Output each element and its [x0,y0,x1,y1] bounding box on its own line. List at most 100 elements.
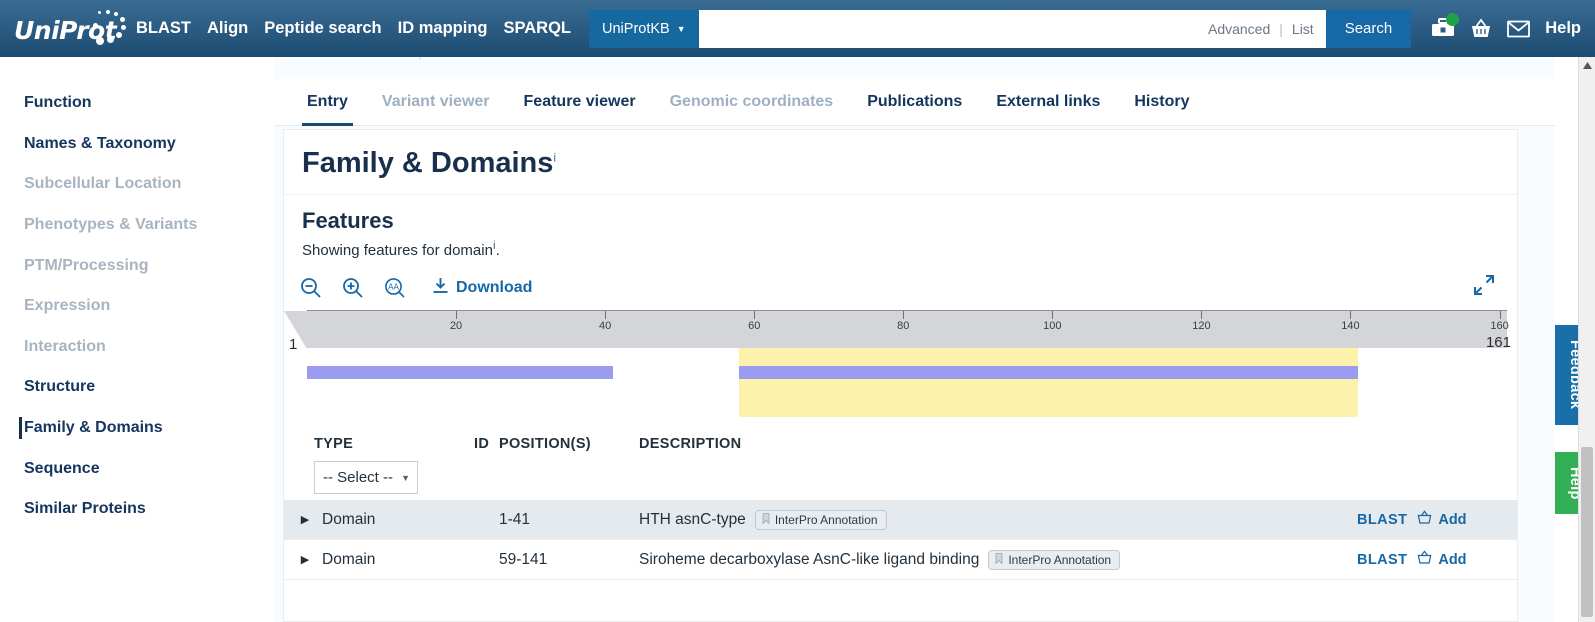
nav-blast[interactable]: BLAST [136,19,191,38]
ruler-tick [456,311,458,319]
column-type: TYPE -- Select -- ▼ [314,436,474,494]
add-label: Add [1438,511,1467,528]
sequence-ruler[interactable]: 20 40 60 80 100 120 140 160 [284,310,1509,349]
basket-icon[interactable] [1470,18,1492,40]
add-label: Add [1438,551,1467,568]
nav-align[interactable]: Align [207,19,248,38]
sidebar-item-structure[interactable]: Structure [0,367,275,408]
toolbox-icon[interactable] [1431,12,1460,40]
breadcrumb-query: Search... 0 [432,57,505,61]
sidebar-item-phenotypes-variants[interactable]: Phenotypes & Variants [0,205,275,246]
table-row[interactable]: ▶ Domain 1-41 HTH asnC-type InterPro Ann… [284,500,1517,540]
ruler-tick [754,311,756,319]
breadcrumb-root[interactable]: UniProtKB [338,57,408,61]
zoom-in-icon[interactable] [342,277,364,299]
help-link[interactable]: Help [1545,19,1581,38]
page-title: Family & Domainsi [284,130,1517,195]
zoom-out-icon[interactable] [300,277,322,299]
tab-publications[interactable]: Publications [850,79,979,126]
tab-entry[interactable]: Entry [290,79,365,126]
cell-positions: 59-141 [499,550,548,568]
tab-genomic-coordinates[interactable]: Genomic coordinates [653,79,851,126]
entry-tabs: Entry Variant viewer Feature viewer Geno… [275,79,1555,126]
description-text: Siroheme decarboxylase AsnC-like ligand … [639,550,980,568]
feature-bar-domain-hth-asnc[interactable] [307,366,613,379]
sidebar-item-sequence[interactable]: Sequence [0,448,275,489]
tab-external-links[interactable]: External links [979,79,1117,126]
ruler-tick-label: 120 [1192,320,1211,332]
add-to-basket-button[interactable]: Add [1417,549,1467,570]
cell-positions: 1-41 [499,510,531,528]
ruler-tick [1201,311,1203,319]
ruler-tick [1499,311,1501,319]
nav-id-mapping[interactable]: ID mapping [398,19,488,38]
primary-nav: BLAST Align Peptide search ID mapping SP… [136,19,571,38]
table-row[interactable]: ▶ Domain 59-141 Siroheme decarboxylase A… [284,540,1517,580]
tab-feature-viewer[interactable]: Feature viewer [507,79,653,126]
scroll-up-arrow-icon[interactable] [1579,57,1595,74]
badge-label: InterPro Annotation [774,512,878,527]
sidebar-item-ptm-processing[interactable]: PTM/Processing [0,245,275,286]
sidebar-item-interaction[interactable]: Interaction [0,327,275,368]
feature-bar-domain-siroheme[interactable] [739,366,1358,379]
breadcrumb-separator: | [418,57,422,61]
blast-button[interactable]: BLAST [1357,552,1407,568]
nav-peptide-search[interactable]: Peptide search [264,19,381,38]
sidebar-item-similar-proteins[interactable]: Similar Proteins [0,489,275,530]
search-button[interactable]: Search [1325,9,1412,48]
feature-bar-domain-siroheme-highlight[interactable] [739,348,1358,417]
search-input[interactable] [698,11,1199,46]
download-label: Download [456,279,533,296]
add-to-basket-button[interactable]: Add [1417,509,1467,530]
database-select[interactable]: UniProtKB ▼ [589,9,699,48]
cell-actions: BLAST Add [1357,509,1517,530]
info-superscript[interactable]: i [553,150,556,164]
ruler-tick-label: 20 [449,320,463,332]
tab-variant-viewer[interactable]: Variant viewer [365,79,507,126]
tab-history[interactable]: History [1117,79,1206,126]
sidebar-item-family-domains[interactable]: Family & Domains [0,408,275,449]
nav-sparql[interactable]: SPARQL [503,19,571,38]
triangle-right-icon[interactable]: ▶ [296,513,314,526]
cell-description: HTH asnC-type InterPro Annotation [639,509,1357,530]
search-container: Advanced | List [698,9,1326,48]
scrollbar-thumb[interactable] [1581,447,1593,617]
description-text: HTH asnC-type [639,510,746,528]
notification-dot [1446,12,1460,26]
advanced-search-link[interactable]: Advanced [1208,21,1270,37]
cell-actions: BLAST Add [1357,549,1517,570]
download-button[interactable]: Download [432,277,532,300]
triangle-right-icon[interactable]: ▶ [296,553,314,566]
basket-icon [1417,549,1432,570]
expand-icon[interactable] [1473,274,1495,296]
ruler-tick-label: 80 [897,320,910,332]
features-table: TYPE -- Select -- ▼ ID POSITION(S) DESCR… [284,428,1517,580]
svg-text:AA: AA [388,283,399,292]
page-title-text: Family & Domains [302,147,554,179]
basket-icon [1417,509,1432,530]
ruler-tick-label: 140 [1341,320,1360,332]
list-search-link[interactable]: List [1292,21,1314,37]
sidebar-item-names-taxonomy[interactable]: Names & Taxonomy [0,124,275,165]
separator: | [1279,20,1283,37]
sidebar-item-expression[interactable]: Expression [0,286,275,327]
ruler-tick-label: 100 [1043,320,1062,332]
type-filter-value: -- Select -- [323,469,394,486]
feature-bars [284,348,1517,428]
interpro-annotation-badge[interactable]: InterPro Annotation [754,509,887,530]
interpro-annotation-badge[interactable]: InterPro Annotation [988,549,1121,570]
cell-type: Domain [322,510,376,528]
site-header: UniProt BLAST Align Peptide search ID ma… [0,0,1595,57]
page-scrollbar[interactable] [1578,57,1595,622]
chevron-down-icon: ▼ [401,472,410,483]
sidebar-item-function[interactable]: Function [0,83,275,124]
uniprot-logo[interactable]: UniProt [14,9,126,49]
envelope-icon[interactable] [1507,20,1531,38]
blast-button[interactable]: BLAST [1357,512,1407,528]
type-filter-select[interactable]: -- Select -- ▼ [314,461,418,494]
zoom-amino-acid-icon[interactable]: AA [384,277,406,299]
sidebar-item-subcellular-location[interactable]: Subcellular Location [0,164,275,205]
header-icon-group: Help [1431,12,1581,40]
features-subtitle: Showing features for domaini. [284,238,1517,266]
features-subtitle-period: . [495,242,500,259]
